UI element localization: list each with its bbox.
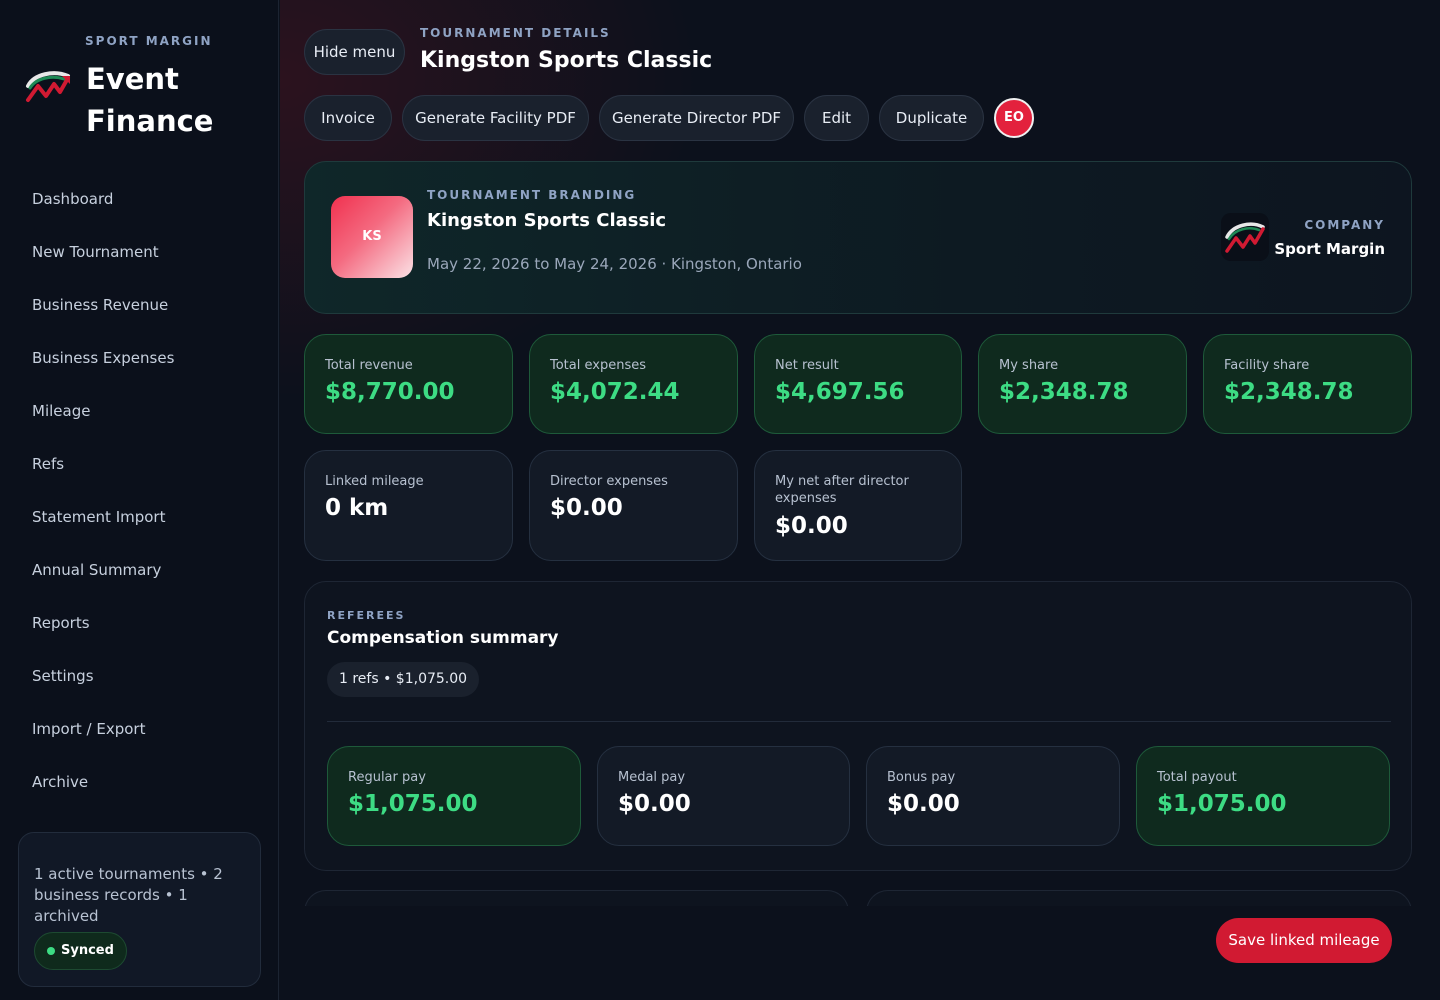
sidebar-item-import-export[interactable]: Import / Export <box>0 703 279 756</box>
referees-panel: REFEREES Compensation summary 1 refs • $… <box>304 581 1412 871</box>
ref-total-payout: Total payout $1,075.00 <box>1136 746 1390 846</box>
status-card: 1 active tournaments • 2 business record… <box>18 832 261 987</box>
referees-kicker: REFEREES <box>327 609 406 622</box>
generate-director-pdf-button[interactable]: Generate Director PDF <box>599 95 794 141</box>
sidebar-item-dashboard[interactable]: Dashboard <box>0 173 279 226</box>
stat-my-net-after-director: My net after director expenses $0.00 <box>754 450 962 561</box>
company-kicker: COMPANY <box>1304 218 1385 232</box>
branding-dates-location: May 22, 2026 to May 24, 2026 · Kingston,… <box>427 255 802 273</box>
stat-label: Medal pay <box>618 770 686 785</box>
ref-medal-pay: Medal pay $0.00 <box>597 746 850 846</box>
sidebar-item-settings[interactable]: Settings <box>0 650 279 703</box>
branding-title: Kingston Sports Classic <box>427 210 667 231</box>
stat-total-expenses: Total expenses $4,072.44 <box>529 334 738 434</box>
stat-value: $0.00 <box>618 791 691 817</box>
stat-linked-mileage: Linked mileage 0 km <box>304 450 513 561</box>
sidebar-item-archive[interactable]: Archive <box>0 756 279 809</box>
stat-label: Facility share <box>1224 358 1310 373</box>
stat-value: 0 km <box>325 495 389 521</box>
sidebar-item-statement-import[interactable]: Statement Import <box>0 491 279 544</box>
stat-value: $4,072.44 <box>550 379 680 405</box>
sync-status-badge: Synced <box>34 932 127 970</box>
page-title: Kingston Sports Classic <box>420 48 713 73</box>
stat-label: Total revenue <box>325 358 413 373</box>
referees-count-chip: 1 refs • $1,075.00 <box>327 662 480 697</box>
stat-total-revenue: Total revenue $8,770.00 <box>304 334 513 434</box>
stat-value: $0.00 <box>550 495 623 521</box>
tournament-logo: KS <box>331 196 413 278</box>
page-kicker: TOURNAMENT DETAILS <box>420 26 611 40</box>
stat-net-result: Net result $4,697.56 <box>754 334 962 434</box>
sidebar-item-business-revenue[interactable]: Business Revenue <box>0 279 279 332</box>
invoice-button[interactable]: Invoice <box>304 95 392 141</box>
stat-my-share: My share $2,348.78 <box>978 334 1187 434</box>
stat-label: My net after director expenses <box>775 474 909 506</box>
sport-margin-logo-icon <box>26 71 70 102</box>
company-name: Sport Margin <box>1274 240 1385 258</box>
sidebar: SPORT MARGIN Event Finance Dashboard New… <box>0 0 279 1000</box>
sidebar-item-annual-summary[interactable]: Annual Summary <box>0 544 279 597</box>
sync-status-label: Synced <box>61 943 114 958</box>
referees-title: Compensation summary <box>327 628 559 648</box>
sidebar-item-business-expenses[interactable]: Business Expenses <box>0 332 279 385</box>
save-linked-mileage-button[interactable]: Save linked mileage <box>1216 918 1392 963</box>
hide-menu-button[interactable]: Hide menu <box>304 29 405 75</box>
stat-value: $0.00 <box>775 513 848 539</box>
user-avatar[interactable]: EO <box>994 98 1034 138</box>
stat-label: Director expenses <box>550 474 668 489</box>
company-logo-icon <box>1221 213 1269 261</box>
sidebar-item-new-tournament[interactable]: New Tournament <box>0 226 279 279</box>
stat-label: My share <box>999 358 1059 373</box>
stat-label: Total expenses <box>550 358 646 373</box>
branding-kicker: TOURNAMENT BRANDING <box>427 188 637 202</box>
ref-regular-pay: Regular pay $1,075.00 <box>327 746 581 846</box>
brand-title: Event Finance <box>86 62 214 138</box>
main-content: Hide menu TOURNAMENT DETAILS Kingston Sp… <box>280 0 1440 1000</box>
stat-director-expenses: Director expenses $0.00 <box>529 450 738 561</box>
sidebar-item-reports[interactable]: Reports <box>0 597 279 650</box>
stat-label: Net result <box>775 358 839 373</box>
edit-button[interactable]: Edit <box>804 95 869 141</box>
stat-value: $8,770.00 <box>325 379 455 405</box>
stat-value: $0.00 <box>887 791 960 817</box>
duplicate-button[interactable]: Duplicate <box>879 95 984 141</box>
stat-value: $1,075.00 <box>1157 791 1287 817</box>
stat-label: Total payout <box>1157 770 1237 785</box>
stat-value: $4,697.56 <box>775 379 905 405</box>
stat-facility-share: Facility share $2,348.78 <box>1203 334 1412 434</box>
generate-facility-pdf-button[interactable]: Generate Facility PDF <box>402 95 589 141</box>
sync-dot-icon <box>47 947 55 955</box>
stat-label: Bonus pay <box>887 770 956 785</box>
stat-value: $1,075.00 <box>348 791 478 817</box>
stat-label: Regular pay <box>348 770 426 785</box>
stat-label: Linked mileage <box>325 474 424 489</box>
ref-bonus-pay: Bonus pay $0.00 <box>866 746 1120 846</box>
status-summary: 1 active tournaments • 2 business record… <box>34 865 223 925</box>
brand-kicker: SPORT MARGIN <box>85 34 213 48</box>
stat-value: $2,348.78 <box>1224 379 1354 405</box>
divider <box>327 721 1391 722</box>
sidebar-nav: Dashboard New Tournament Business Revenu… <box>0 173 279 809</box>
sidebar-item-mileage[interactable]: Mileage <box>0 385 279 438</box>
tournament-branding-card: KS TOURNAMENT BRANDING Kingston Sports C… <box>304 161 1412 314</box>
stat-value: $2,348.78 <box>999 379 1129 405</box>
sidebar-item-refs[interactable]: Refs <box>0 438 279 491</box>
